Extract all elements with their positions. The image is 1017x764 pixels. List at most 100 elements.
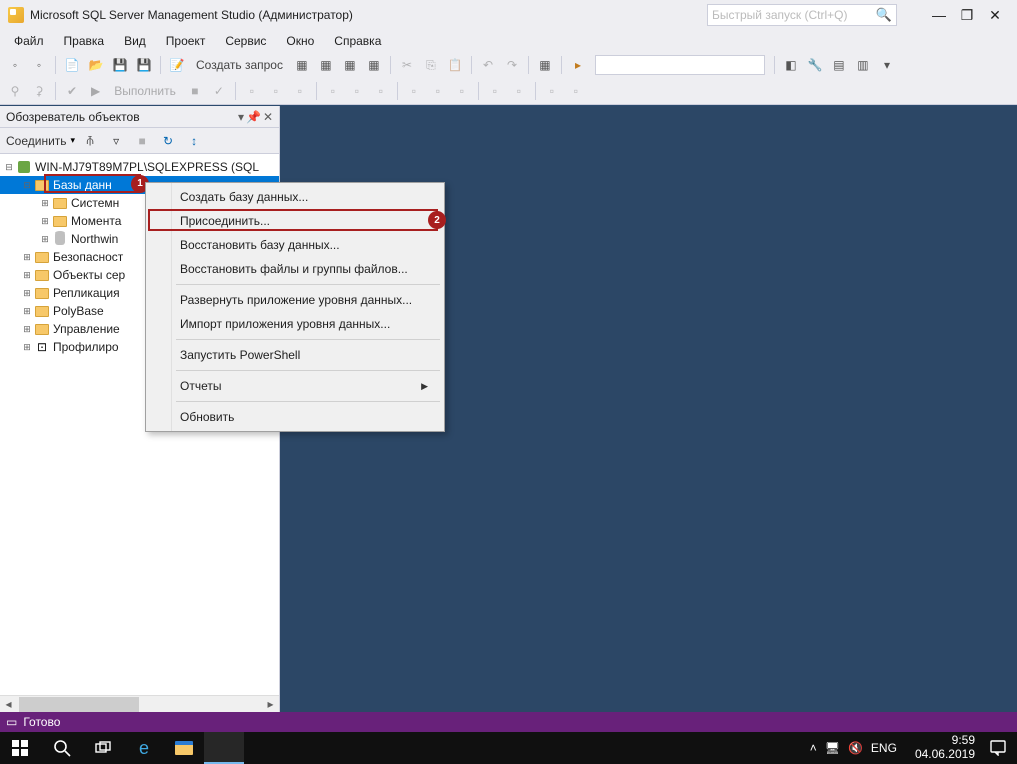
r8-button[interactable]: ▫ [427,80,449,102]
taskbar-search-button[interactable] [40,732,84,764]
new-query-button[interactable]: Создать запрос [190,58,289,72]
new-button[interactable]: 📄 [61,54,83,76]
stop-icon[interactable]: ■ [131,130,153,152]
save-button[interactable]: 💾 [109,54,131,76]
parse-button[interactable]: ✔ [61,80,83,102]
activity-monitor-button[interactable]: ▸ [567,54,589,76]
action-center-button[interactable] [983,732,1013,764]
r13-button[interactable]: ▫ [565,80,587,102]
r2-button[interactable]: ▫ [265,80,287,102]
expand-icon[interactable]: ⊞ [38,234,52,245]
start-button[interactable] [0,732,40,764]
menu-project[interactable]: Проект [156,31,216,51]
connect-dropdown-icon[interactable]: ▾ [71,135,76,146]
redo-button[interactable]: ↷ [501,54,523,76]
close-button[interactable]: ✕ [981,4,1009,26]
r6-button[interactable]: ▫ [370,80,392,102]
tool-2-button[interactable]: 🔧 [804,54,826,76]
panel-pin-icon[interactable]: 📌 [246,110,261,124]
connect-label[interactable]: Соединить [6,134,67,148]
execute-button[interactable]: Выполнить [108,84,182,98]
collapse-icon[interactable]: ⊟ [2,162,16,173]
cm-restore-files[interactable]: Восстановить файлы и группы файлов... [148,257,442,281]
menu-window[interactable]: Окно [276,31,324,51]
task-view-button[interactable] [84,732,124,764]
expand-icon[interactable]: ⊞ [20,306,34,317]
taskbar-clock[interactable]: 9:59 04.06.2019 [907,734,983,762]
panel-dropdown-icon[interactable]: ▾ [238,110,244,124]
taskbar-ie-button[interactable]: e [124,732,164,764]
r3-button[interactable]: ▫ [289,80,311,102]
filter-2-icon[interactable]: ▿ [105,130,127,152]
tray-lang[interactable]: ENG [871,741,897,755]
mdx-icon[interactable]: ▦ [291,54,313,76]
properties-button[interactable]: ▦ [534,54,556,76]
tool-4-button[interactable]: ▥ [852,54,874,76]
cm-import-datatier[interactable]: Импорт приложения уровня данных... [148,312,442,336]
tray-chevron-icon[interactable]: ˄ [810,741,817,755]
scroll-right-icon[interactable]: ▸ [262,697,279,711]
menu-file[interactable]: Файл [4,31,54,51]
stop-button[interactable]: ■ [184,80,206,102]
execute-play-icon[interactable]: ▶ [85,84,106,98]
open-button[interactable]: 📂 [85,54,107,76]
tray-volume-icon[interactable]: 🔇 [848,741,863,755]
undo-button[interactable]: ↶ [477,54,499,76]
tool-3-button[interactable]: ▤ [828,54,850,76]
saveall-button[interactable]: 💾 [133,54,155,76]
menu-help[interactable]: Справка [324,31,391,51]
cm-restore-db[interactable]: Восстановить базу данных... [148,233,442,257]
tool-dropdown[interactable]: ▾ [876,54,898,76]
connect-button[interactable]: ⚲ [4,80,26,102]
tray-network-icon[interactable]: 🖥 [825,741,840,755]
cut-button[interactable]: ✂ [396,54,418,76]
taskbar-ssms-button[interactable] [204,732,244,764]
tree-server-node[interactable]: ⊟ WIN-MJ79T89M7PL\SQLEXPRESS (SQL [0,158,279,176]
expand-icon[interactable]: ⊞ [20,252,34,263]
menu-view[interactable]: Вид [114,31,156,51]
nav-fwd-button[interactable]: ◦ [28,54,50,76]
tree-horizontal-scrollbar[interactable]: ◂ ▸ [0,695,279,712]
new-query-icon[interactable]: 📝 [166,54,188,76]
expand-icon[interactable]: ⊞ [38,198,52,209]
xmla-icon[interactable]: ▦ [339,54,361,76]
database-combo[interactable] [595,55,765,75]
expand-icon[interactable]: ↕ [183,130,205,152]
scrollbar-thumb[interactable] [19,697,139,712]
cm-deploy-datatier[interactable]: Развернуть приложение уровня данных... [148,288,442,312]
menu-edit[interactable]: Правка [54,31,115,51]
expand-icon[interactable]: ⊞ [38,216,52,227]
cm-attach[interactable]: Присоединить... [148,209,442,233]
r12-button[interactable]: ▫ [541,80,563,102]
system-tray[interactable]: ˄ 🖥 🔇 ENG [800,741,907,755]
expand-icon[interactable]: ⊞ [20,324,34,335]
filter-1-icon[interactable]: ⫚ [79,130,101,152]
query-icon[interactable]: ▦ [363,54,385,76]
search-icon[interactable]: 🔍 [876,7,892,23]
panel-close-icon[interactable]: ✕ [263,110,273,124]
r4-button[interactable]: ▫ [322,80,344,102]
cm-reports[interactable]: Отчеты▶ [148,374,442,398]
expand-icon[interactable]: ⊞ [20,342,34,353]
refresh-icon[interactable]: ↻ [157,130,179,152]
r11-button[interactable]: ▫ [508,80,530,102]
menu-tools[interactable]: Сервис [215,31,276,51]
disconnect-button[interactable]: ⚳ [28,80,50,102]
r9-button[interactable]: ▫ [451,80,473,102]
quicklaunch-input[interactable]: Быстрый запуск (Ctrl+Q) 🔍 [707,4,897,26]
nav-back-button[interactable]: ◦ [4,54,26,76]
paste-button[interactable]: 📋 [444,54,466,76]
maximize-button[interactable]: ❐ [953,4,981,26]
r1-button[interactable]: ▫ [241,80,263,102]
r5-button[interactable]: ▫ [346,80,368,102]
tool-1-button[interactable]: ◧ [780,54,802,76]
scroll-left-icon[interactable]: ◂ [0,697,17,711]
cm-start-powershell[interactable]: Запустить PowerShell [148,343,442,367]
expand-icon[interactable]: ⊞ [20,270,34,281]
r7-button[interactable]: ▫ [403,80,425,102]
taskbar-explorer-button[interactable] [164,732,204,764]
cm-refresh[interactable]: Обновить [148,405,442,429]
check-button[interactable]: ✓ [208,80,230,102]
expand-icon[interactable]: ⊞ [20,288,34,299]
r10-button[interactable]: ▫ [484,80,506,102]
